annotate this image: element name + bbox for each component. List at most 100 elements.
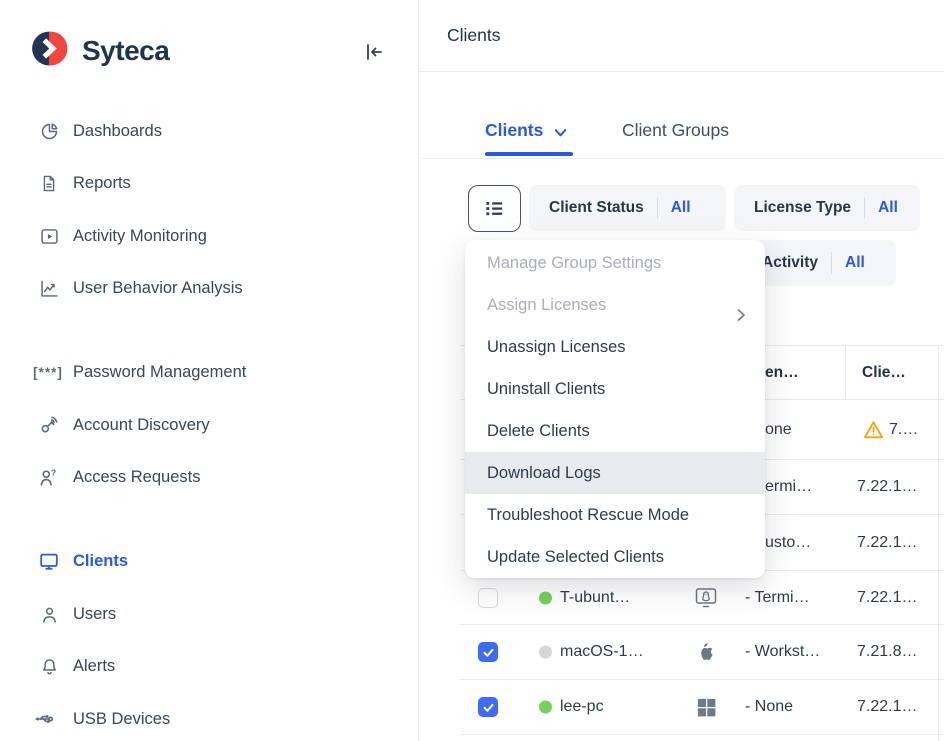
tab-clients[interactable]: Clients [485, 120, 569, 141]
column-header-license[interactable]: en… [765, 346, 799, 400]
filter-value: All [671, 199, 691, 217]
license-cell: ermi… [765, 478, 812, 496]
sidebar-item-user-behavior-analysis[interactable]: User Behavior Analysis [0, 274, 418, 302]
sidebar-item-label: USB Devices [73, 710, 170, 729]
filter-value: All [845, 254, 865, 272]
sidebar-item-alerts[interactable]: Alerts [0, 652, 418, 680]
sidebar-item-account-discovery[interactable]: Account Discovery [0, 411, 418, 439]
license-cell: - Termi… [745, 589, 810, 607]
menu-item-label: Assign Licenses [487, 296, 606, 314]
table-row[interactable]: lee-pc - None 7.22.1… [460, 680, 944, 735]
bulk-actions-menu-button[interactable] [468, 185, 521, 232]
menu-item-assign-licenses[interactable]: Assign Licenses [465, 284, 765, 326]
monitor-icon [36, 549, 62, 573]
sidebar-item-label: Activity Monitoring [73, 227, 207, 246]
chip-divider [831, 252, 832, 274]
tabs-divider [419, 158, 944, 159]
bulk-actions-dropdown: Manage Group Settings Assign Licenses Un… [465, 240, 765, 578]
menu-item-delete-clients[interactable]: Delete Clients [465, 410, 765, 452]
license-cell: - Workst… [745, 643, 820, 661]
bell-icon [36, 654, 62, 678]
sidebar-item-label: Account Discovery [73, 416, 210, 435]
chip-divider [864, 197, 865, 219]
sidebar-item-dashboards[interactable]: Dashboards [0, 117, 418, 145]
filter-label: License Type [754, 199, 851, 217]
header-column-divider [845, 345, 846, 400]
sidebar-item-label: Alerts [73, 657, 115, 676]
person-question-icon: ? [36, 465, 62, 489]
sidebar-item-users[interactable]: Users [0, 600, 418, 628]
row-checkbox-checked[interactable] [478, 697, 498, 717]
main-content: Clients Clients Client Groups Client Sta… [419, 0, 944, 741]
sidebar-item-activity-monitoring[interactable]: Activity Monitoring [0, 222, 418, 250]
status-offline-dot [539, 646, 552, 659]
document-icon [36, 171, 62, 195]
active-tab-underline [485, 152, 573, 156]
menu-item-unassign-licenses[interactable]: Unassign Licenses [465, 326, 765, 368]
filter-label: Activity [762, 254, 818, 272]
brand-name: Syteca [82, 35, 169, 67]
sidebar-item-clients[interactable]: Clients [0, 547, 418, 575]
status-online-dot [539, 701, 552, 714]
sidebar-item-password-management[interactable]: [***] Password Management [0, 358, 418, 386]
filter-activity[interactable]: Activity All [742, 240, 896, 286]
client-name-cell: lee-pc [560, 698, 604, 716]
table-row[interactable]: macOS-1… - Workst… 7.21.8… [460, 625, 944, 680]
collapse-arrow-icon [362, 40, 386, 64]
filter-label: Client Status [549, 199, 644, 217]
check-icon [482, 701, 495, 714]
tab-client-groups[interactable]: Client Groups [622, 120, 729, 141]
row-checkbox-checked[interactable] [478, 642, 498, 662]
chevron-down-icon [552, 124, 569, 141]
license-cell: usto… [765, 534, 811, 552]
svg-text:?: ? [51, 468, 56, 478]
sidebar: Syteca Dashboards Reports [0, 0, 419, 741]
check-icon [482, 646, 495, 659]
menu-item-update-selected-clients[interactable]: Update Selected Clients [465, 536, 765, 578]
pie-chart-icon [36, 119, 62, 143]
version-cell: 7.22.1… [857, 589, 917, 607]
menu-item-troubleshoot-rescue-mode[interactable]: Troubleshoot Rescue Mode [465, 494, 765, 536]
password-brackets-icon: [***] [28, 360, 68, 384]
status-online-dot [539, 591, 552, 604]
sidebar-item-label: Access Requests [73, 468, 200, 487]
license-cell: - None [745, 698, 793, 716]
menu-item-uninstall-clients[interactable]: Uninstall Clients [465, 368, 765, 410]
menu-item-download-logs[interactable]: Download Logs [465, 452, 765, 494]
license-cell: one [765, 421, 792, 439]
sidebar-item-usb-devices[interactable]: USB Devices [0, 705, 418, 733]
version-cell: 7.22.1… [857, 534, 917, 552]
version-cell: 7.22.1… [857, 698, 917, 716]
key-signal-icon [36, 413, 62, 437]
sidebar-item-label: Clients [73, 552, 128, 571]
filter-license-type[interactable]: License Type All [734, 185, 920, 231]
app-window: Syteca Dashboards Reports [0, 0, 944, 741]
sidebar-collapse-button[interactable] [360, 38, 388, 66]
row-checkbox[interactable] [478, 588, 498, 608]
table-row[interactable]: T-ubunt… - Termi… 7.22.1… [460, 571, 944, 625]
menu-item-manage-group-settings[interactable]: Manage Group Settings [465, 242, 765, 284]
sidebar-item-label: User Behavior Analysis [73, 279, 243, 298]
version-cell: 7.21.8… [857, 643, 917, 661]
sidebar-item-label: Reports [73, 174, 131, 193]
column-header-client-version[interactable]: Clie… [862, 346, 906, 400]
filter-client-status[interactable]: Client Status All [529, 185, 726, 231]
version-cell: 7.… [889, 421, 918, 439]
usb-icon [30, 707, 56, 731]
syteca-logo-icon [32, 30, 69, 72]
sidebar-item-reports[interactable]: Reports [0, 169, 418, 197]
brand-logo: Syteca [32, 31, 169, 71]
client-name-cell: T-ubunt… [560, 589, 630, 607]
windows-icon [693, 694, 719, 720]
sidebar-item-access-requests[interactable]: ? Access Requests [0, 463, 418, 491]
tab-label: Client Groups [622, 120, 729, 141]
person-icon [36, 602, 62, 626]
top-header: Clients [419, 0, 944, 72]
page-title: Clients [447, 0, 501, 71]
warning-icon [862, 418, 885, 441]
trend-chart-icon [36, 276, 62, 300]
client-name-cell: macOS-1… [560, 643, 644, 661]
linux-icon [693, 585, 719, 611]
tab-label: Clients [485, 120, 543, 141]
chip-divider [657, 197, 658, 219]
